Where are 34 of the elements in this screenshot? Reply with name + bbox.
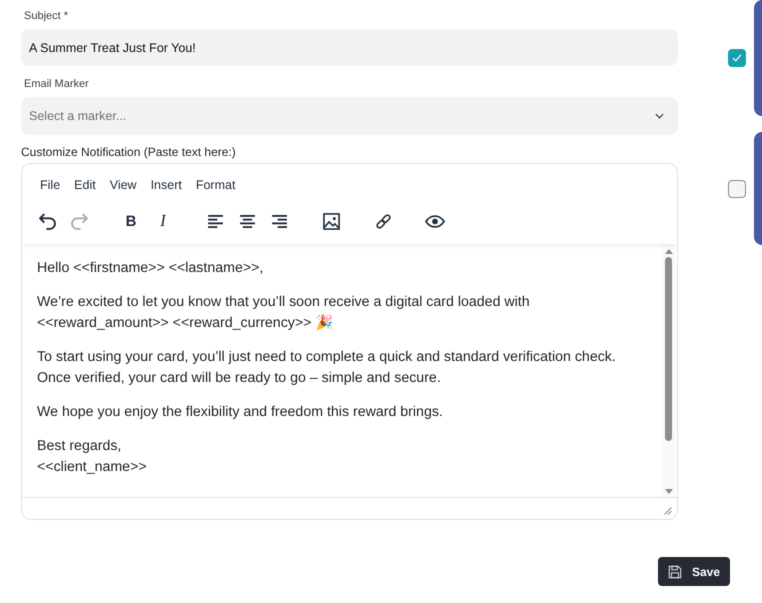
body-text: Hello <<firstname>> <<lastname>>, xyxy=(37,259,264,278)
align-left-icon xyxy=(208,214,222,228)
scroll-up-icon[interactable] xyxy=(664,249,672,254)
scrollbar-thumb[interactable] xyxy=(665,257,672,441)
italic-button[interactable]: I xyxy=(148,206,178,236)
image-icon xyxy=(322,212,340,230)
select-checkbox[interactable] xyxy=(728,49,746,67)
body-text: Best regards, <<client_name>> xyxy=(37,437,147,477)
eye-icon xyxy=(425,214,445,228)
align-right-icon xyxy=(272,214,286,228)
link-icon xyxy=(374,212,392,230)
menu-item[interactable]: Edit xyxy=(67,178,103,193)
menu-item[interactable]: File xyxy=(33,178,68,193)
subject-field[interactable]: A Summer Treat Just For You! xyxy=(21,29,678,66)
menu-item[interactable]: Format xyxy=(188,178,242,193)
chevron-down-icon xyxy=(655,113,664,119)
undo-icon xyxy=(38,212,56,230)
align-center-icon xyxy=(240,214,254,228)
editor-label: Customize Notification (Paste text here:) xyxy=(21,145,237,160)
save-button[interactable]: Save xyxy=(658,557,730,586)
field-label: Subject * xyxy=(24,9,70,23)
select-checkbox[interactable] xyxy=(728,180,746,198)
body-text: To start using your card, you’ll just need to complete a quick and standard verification check. Once verified, your card will be ready to go – simple and secure. xyxy=(37,348,616,388)
redo-icon xyxy=(70,212,88,230)
menu-item[interactable]: View xyxy=(102,178,144,193)
check-icon xyxy=(732,54,742,62)
scroll-down-icon[interactable] xyxy=(664,489,672,494)
field-label: Email Marker xyxy=(24,77,90,91)
resize-handle-icon[interactable] xyxy=(664,507,672,515)
marker-select[interactable]: Select a marker... xyxy=(21,97,678,135)
body-text: We’re excited to let you know that you’ll soon receive a digital card loaded with <<reward_amount>> <<reward_currency>> 🎉 xyxy=(37,293,530,333)
body-text: We hope you enjoy the flexibility and freedom this reward brings. xyxy=(37,403,443,422)
menu-item[interactable]: Insert xyxy=(144,178,189,193)
bold-button[interactable]: B xyxy=(116,206,146,236)
